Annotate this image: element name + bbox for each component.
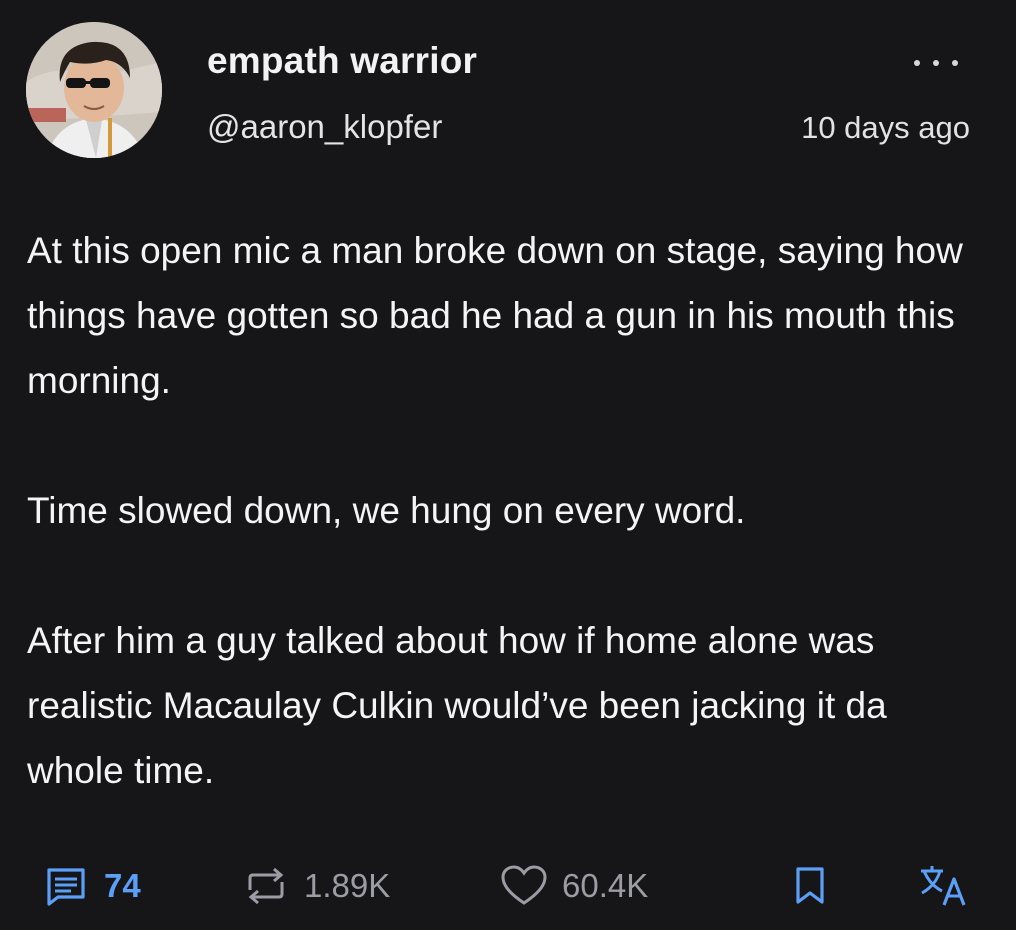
avatar[interactable] <box>26 22 162 158</box>
avatar-image <box>26 22 162 158</box>
more-dot-icon <box>952 60 958 66</box>
user-handle[interactable]: @aaron_klopfer <box>207 108 442 146</box>
post-body: At this open mic a man broke down on sta… <box>27 218 987 803</box>
more-dot-icon <box>933 60 939 66</box>
reply-button[interactable]: 74 <box>44 858 141 914</box>
post-paragraph: At this open mic a man broke down on sta… <box>27 230 963 401</box>
post-paragraph: Time slowed down, we hung on every word. <box>27 490 746 531</box>
action-bar: 74 1.89K 60.4K <box>0 858 1016 914</box>
translate-icon <box>921 866 966 906</box>
heart-icon <box>501 865 547 905</box>
translate-button[interactable] <box>918 858 970 914</box>
like-button[interactable]: 60.4K <box>500 858 648 914</box>
repost-button[interactable]: 1.89K <box>242 858 390 914</box>
post: empath warrior @aaron_klopfer 10 days ag… <box>0 0 1016 930</box>
more-options-button[interactable] <box>906 48 966 78</box>
bookmark-button[interactable] <box>793 858 827 914</box>
repost-icon <box>248 867 284 905</box>
like-count: 60.4K <box>562 867 649 904</box>
reply-count: 74 <box>104 867 141 904</box>
bookmark-icon <box>796 867 824 904</box>
more-dot-icon <box>914 60 920 66</box>
post-paragraph: After him a guy talked about how if home… <box>27 620 887 791</box>
repost-count: 1.89K <box>304 867 391 904</box>
reply-bubble-icon <box>47 868 85 906</box>
display-name[interactable]: empath warrior <box>207 40 477 82</box>
post-timestamp[interactable]: 10 days ago <box>801 110 970 146</box>
